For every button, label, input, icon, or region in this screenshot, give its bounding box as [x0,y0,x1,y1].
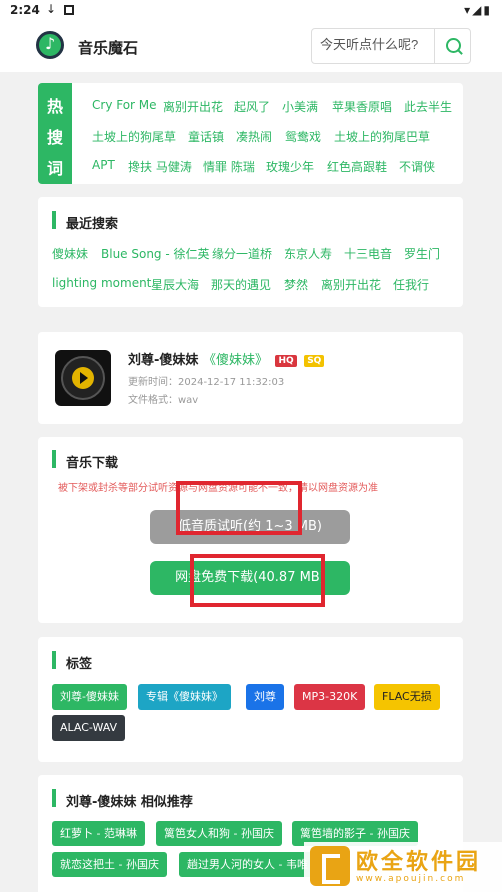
hot-link[interactable]: 情罪 陈瑞 [203,158,255,175]
recent-link[interactable]: 那天的遇见 [211,276,271,293]
hot-link[interactable]: APT [92,158,115,172]
hot-label-char: 词 [46,159,63,178]
tag[interactable]: MP3-320K [294,684,366,710]
hot-link[interactable]: 土坡上的狗尾巴草 [334,128,430,145]
watermark-url: www.apoujin.com [356,874,466,884]
recent-link[interactable]: 离别开出花 [321,276,381,293]
hot-link[interactable]: 搀扶 马健涛 [128,158,192,175]
similar-item[interactable]: 篱笆女人和狗 - 孙国庆 [156,821,282,846]
song-title-line: 刘尊-傻妹妹 《傻妹妹》 HQ SQ [128,349,325,368]
app-logo-icon[interactable] [36,31,64,59]
hot-link[interactable]: 起风了 [234,98,270,115]
recent-link[interactable]: lighting moment [52,276,151,290]
search-input[interactable] [320,37,434,52]
similar-title: 刘尊-傻妹妹 相似推荐 [52,789,193,810]
recent-link[interactable]: 梦然 [284,276,308,293]
signal-battery-icon: ▾◢▮ [464,3,492,17]
update-time: 更新时间：2024-12-17 11:32:03 [128,377,285,388]
play-icon[interactable] [72,367,94,389]
hot-link[interactable]: 红色高跟鞋 [327,158,387,175]
watermark-logo-icon [310,846,350,886]
hot-link[interactable]: 小美满 [282,98,318,115]
similar-item[interactable]: 红萝卜 - 范琳琳 [52,821,145,846]
hot-link[interactable]: 土坡上的狗尾草 [92,128,176,145]
search-icon[interactable] [434,29,470,63]
hot-search-card: 热 搜 词 Cry For Me 离别开出花 起风了 小美满 苹果香原唱 此去半… [38,83,463,184]
recent-link[interactable]: 星辰大海 [151,276,199,293]
recent-link[interactable]: 十三电音 [344,245,392,262]
hot-link[interactable]: 玫瑰少年 [266,158,314,175]
download-icon: ↓ [46,2,57,16]
hot-label-char: 热 [46,97,63,116]
download-card: 音乐下载 被下架或封杀等部分试听资源与网盘资源可能不一致，请以网盘资源为准 低音… [38,437,463,623]
tag[interactable]: 刘尊-傻妹妹 [52,684,127,710]
recent-link[interactable]: 东京人寿 [284,245,332,262]
hot-link[interactable]: 不谓侠 [399,158,435,175]
highlight-box [190,554,325,607]
recent-link[interactable]: 罗生门 [404,245,440,262]
status-bar: 2:24 ↓ ▾◢▮ [0,0,502,22]
similar-item[interactable]: 就恋这把土 - 孙国庆 [52,852,167,877]
highlight-box [176,481,302,535]
song-info-card: 刘尊-傻妹妹 《傻妹妹》 HQ SQ 更新时间：2024-12-17 11:32… [38,332,463,424]
hq-badge: HQ [275,355,297,367]
hot-link[interactable]: 凑热闹 [236,128,272,145]
download-title: 音乐下载 [52,450,118,471]
status-time: 2:24 [10,3,40,17]
hot-link[interactable]: 此去半生 [404,98,452,115]
search-box[interactable] [311,28,471,64]
recent-link[interactable]: Blue Song - 徐仁英 [101,245,210,262]
similar-item[interactable]: 趟过男人河的女人 - 韦唯 [179,852,316,877]
tags-card: 标签 刘尊-傻妹妹 专辑《傻妹妹》 刘尊 MP3-320K FLAC无损 ALA… [38,637,463,762]
file-format: 文件格式：wav [128,395,199,406]
hot-link[interactable]: 离别开出花 [163,98,223,115]
album-cover[interactable] [55,350,111,406]
app-header: 音乐魔石 [0,22,502,72]
tags-title: 标签 [52,651,92,672]
watermark-text: 欧全软件园 [356,850,482,875]
app-title[interactable]: 音乐魔石 [78,37,138,58]
tag[interactable]: 刘尊 [246,684,284,710]
hot-link[interactable]: 童话镇 [188,128,224,145]
tag[interactable]: FLAC无损 [374,684,440,710]
recent-search-title: 最近搜索 [52,211,118,232]
hot-link[interactable]: 鸳鸯戏 [285,128,321,145]
notification-icon [64,5,74,15]
hot-link[interactable]: 苹果香原唱 [332,98,392,115]
recent-link[interactable]: 傻妹妹 [52,245,88,262]
hot-link[interactable]: Cry For Me [92,98,157,112]
song-title: 刘尊-傻妹妹 [128,353,199,368]
recent-link[interactable]: 缘分一道桥 [212,245,272,262]
watermark: 欧全软件园 www.apoujin.com [304,842,502,892]
tag[interactable]: 专辑《傻妹妹》 [138,684,231,710]
recent-search-card: 最近搜索 傻妹妹 Blue Song - 徐仁英 缘分一道桥 东京人寿 十三电音… [38,197,463,307]
tag[interactable]: ALAC-WAV [52,715,126,741]
sq-badge: SQ [304,355,325,367]
hot-label-char: 搜 [46,128,63,147]
recent-link[interactable]: 任我行 [393,276,429,293]
hot-search-label: 热 搜 词 [38,83,72,184]
song-album[interactable]: 《傻妹妹》 [203,353,268,368]
